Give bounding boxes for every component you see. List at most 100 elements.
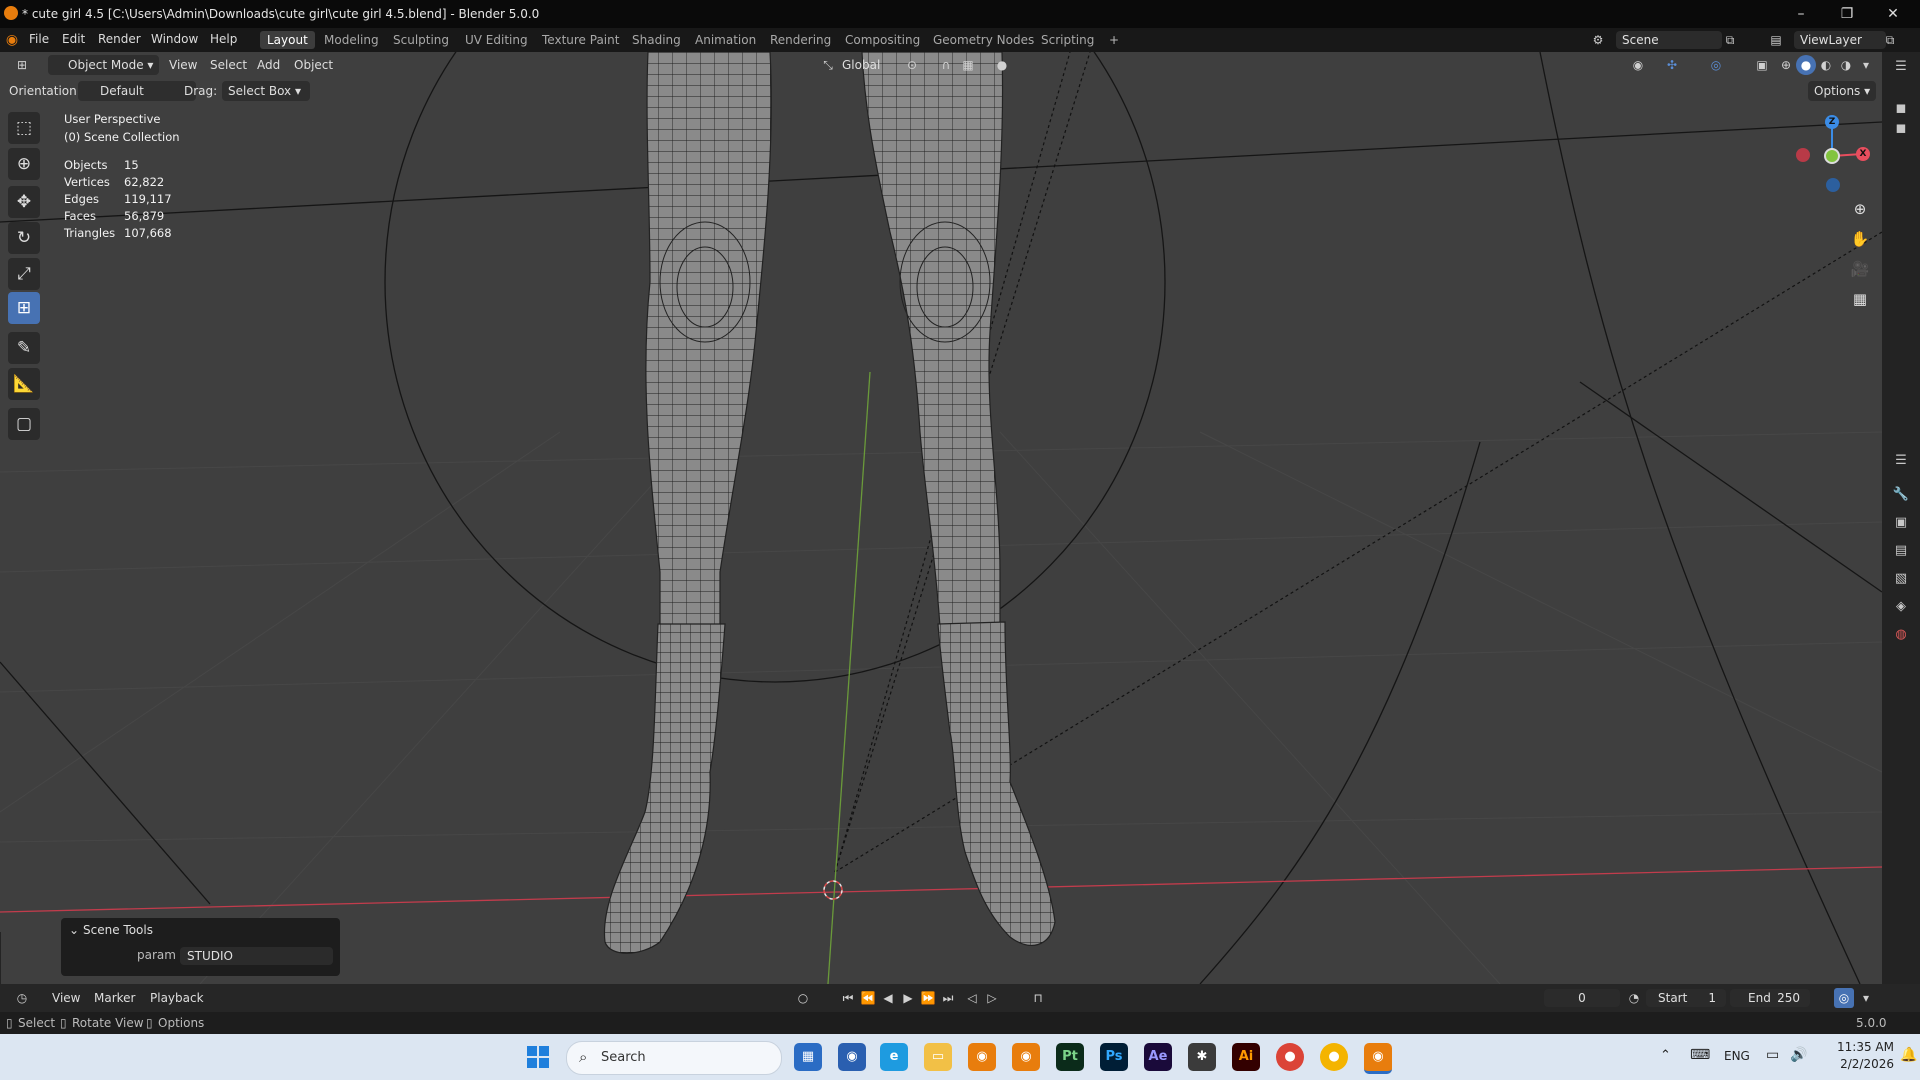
new-view-layer-icon[interactable]: ⧉ [1880, 30, 1900, 50]
world-properties-icon[interactable]: ◍ [1890, 624, 1912, 646]
clock-time[interactable]: 11:35 AM [1832, 1040, 1894, 1054]
gizmo-neg-z-axis[interactable] [1826, 178, 1840, 192]
jump-keyframe-forward-icon[interactable]: ⏩ [918, 988, 938, 1008]
properties-editor-icon[interactable]: ☰ [1890, 450, 1912, 472]
tab-scripting[interactable]: Scripting [1034, 31, 1101, 49]
transform-orientation-icon[interactable]: ⤡ [818, 55, 838, 75]
outliner-icon[interactable]: ☰ [1890, 56, 1912, 78]
viewport-menu-add[interactable]: Add [257, 55, 280, 75]
gizmo-toggle-icon[interactable]: ✣ [1662, 55, 1682, 75]
current-frame-input[interactable]: 0 [1544, 989, 1620, 1007]
menu-file[interactable]: File [29, 32, 49, 46]
camera-icon[interactable]: ◼ [1890, 98, 1912, 120]
orientation-dropdown[interactable]: Default [78, 81, 196, 101]
keying-set-icon[interactable]: ⊓ [1028, 988, 1048, 1008]
timeline-menu-marker[interactable]: Marker [94, 988, 135, 1008]
jump-keyframe-back-icon[interactable]: ⏪ [858, 988, 878, 1008]
notifications-icon[interactable]: 🔔 [1900, 1047, 1917, 1063]
scene-tools-panel[interactable]: ⌄ Scene Tools param STUDIO [61, 918, 340, 976]
snap-toggle-icon[interactable]: ∩ [936, 55, 956, 75]
transform-orientation-value[interactable]: Global [842, 55, 880, 75]
zoom-icon[interactable]: ⊕ [1846, 196, 1874, 222]
close-window-button[interactable]: ✕ [1870, 2, 1916, 26]
tab-uv-editing[interactable]: UV Editing [458, 31, 535, 49]
3d-cursor[interactable] [823, 880, 843, 900]
task-view-icon[interactable]: ▦ [794, 1043, 822, 1071]
blender-active-icon[interactable]: ◉ [1364, 1043, 1392, 1074]
move-tool-icon[interactable]: ✥ [8, 186, 40, 218]
view-layer-properties-icon[interactable]: ▧ [1890, 568, 1912, 590]
annotate-tool-icon[interactable]: ✎ [8, 332, 40, 364]
maximize-button[interactable]: ❐ [1824, 2, 1870, 26]
camera-view-icon[interactable]: 🎥 [1846, 256, 1874, 282]
network-icon[interactable]: ▭ [1766, 1047, 1779, 1063]
after-effects-icon[interactable]: Ae [1144, 1043, 1172, 1071]
view-layer-field[interactable]: ViewLayer [1794, 31, 1886, 49]
xray-toggle-icon[interactable]: ▣ [1752, 55, 1772, 75]
chrome-icon[interactable]: ● [1276, 1043, 1304, 1071]
editor-type-icon[interactable]: ⊞ [12, 55, 32, 75]
blender-app-icon-2[interactable]: ◉ [1012, 1043, 1040, 1071]
visibility-icon[interactable]: ◉ [1628, 55, 1648, 75]
material-preview-icon[interactable]: ◐ [1816, 55, 1836, 75]
jump-start-icon[interactable]: ⏮ [838, 988, 858, 1008]
tab-layout[interactable]: Layout [260, 31, 315, 49]
measure-tool-icon[interactable]: 📐 [8, 368, 40, 400]
param-input[interactable]: STUDIO [180, 947, 333, 965]
output-properties-icon[interactable]: ▤ [1890, 540, 1912, 562]
view-layer-selector-icon[interactable]: ▤ [1766, 30, 1786, 50]
wireframe-shading-icon[interactable]: ⊕ [1776, 55, 1796, 75]
menu-window[interactable]: Window [151, 32, 198, 46]
keyboard-icon[interactable]: ⌨ [1690, 1047, 1710, 1063]
timeline-view-options-icon[interactable]: ▾ [1856, 988, 1876, 1008]
shading-options-icon[interactable]: ▾ [1856, 55, 1876, 75]
menu-help[interactable]: Help [210, 32, 237, 46]
file-explorer-icon[interactable]: ▭ [924, 1043, 952, 1071]
tab-rendering[interactable]: Rendering [763, 31, 838, 49]
tab-animation[interactable]: Animation [688, 31, 763, 49]
pan-hand-icon[interactable]: ✋ [1846, 226, 1874, 252]
viewport-menu-view[interactable]: View [169, 55, 197, 75]
volume-icon[interactable]: 🔊 [1790, 1047, 1807, 1063]
gizmo-x-axis[interactable]: X [1856, 147, 1870, 161]
3d-viewport[interactable] [0, 52, 1882, 984]
viewport-menu-object[interactable]: Object [294, 55, 333, 75]
overlays-toggle-icon[interactable]: ◎ [1706, 55, 1726, 75]
substance-painter-icon[interactable]: Pt [1056, 1043, 1084, 1071]
play-icon[interactable]: ▶ [898, 988, 918, 1008]
scale-tool-icon[interactable]: ⤢ [8, 258, 40, 290]
minimize-button[interactable]: – [1778, 2, 1824, 26]
snap-target-icon[interactable]: ▦ [958, 55, 978, 75]
jump-end-icon[interactable]: ⏭ [938, 988, 958, 1008]
next-keyframe-icon[interactable]: ▷ [982, 988, 1002, 1008]
taskbar-search-box[interactable]: ⌕ Search [566, 1041, 782, 1075]
tray-chevron-icon[interactable]: ⌃ [1660, 1048, 1671, 1063]
options-dropdown[interactable]: Options ▾ [1808, 81, 1877, 101]
add-cube-tool-icon[interactable]: ▢ [8, 408, 40, 440]
cursor-tool-icon[interactable]: ⊕ [8, 148, 40, 180]
drag-dropdown[interactable]: Select Box ▾ [222, 81, 310, 101]
auto-keying-icon[interactable]: ○ [793, 988, 813, 1008]
gizmo-y-axis[interactable] [1824, 148, 1840, 164]
prev-keyframe-icon[interactable]: ◁ [962, 988, 982, 1008]
menu-edit[interactable]: Edit [62, 32, 85, 46]
screenshot-icon[interactable]: ◼ [1890, 118, 1912, 140]
select-box-tool-icon[interactable]: ⬚ [8, 112, 40, 144]
photoshop-icon[interactable]: Ps [1100, 1043, 1128, 1071]
navigation-gizmo[interactable]: Z X [1792, 112, 1872, 202]
timeline-overlay-icon[interactable]: ◎ [1834, 988, 1854, 1008]
timeline-menu-view[interactable]: View [52, 988, 80, 1008]
timeline-menu-playback[interactable]: Playback [150, 988, 204, 1008]
pivot-point-icon[interactable]: ⊙ [902, 55, 922, 75]
tab-geometry-nodes[interactable]: Geometry Nodes [926, 31, 1041, 49]
rotate-tool-icon[interactable]: ↻ [8, 222, 40, 254]
mode-selector[interactable]: Object Mode ▾ [48, 55, 160, 75]
play-reverse-icon[interactable]: ◀ [878, 988, 898, 1008]
blender-menu-icon[interactable]: ◉ [2, 30, 22, 50]
end-frame-input[interactable]: End 250 [1730, 989, 1810, 1007]
add-workspace-button[interactable]: + [1102, 31, 1126, 49]
new-scene-icon[interactable]: ⧉ [1720, 30, 1740, 50]
timeline-editor-type-icon[interactable]: ◷ [12, 988, 32, 1008]
viewport-menu-select[interactable]: Select [210, 55, 247, 75]
tab-modeling[interactable]: Modeling [317, 31, 386, 49]
